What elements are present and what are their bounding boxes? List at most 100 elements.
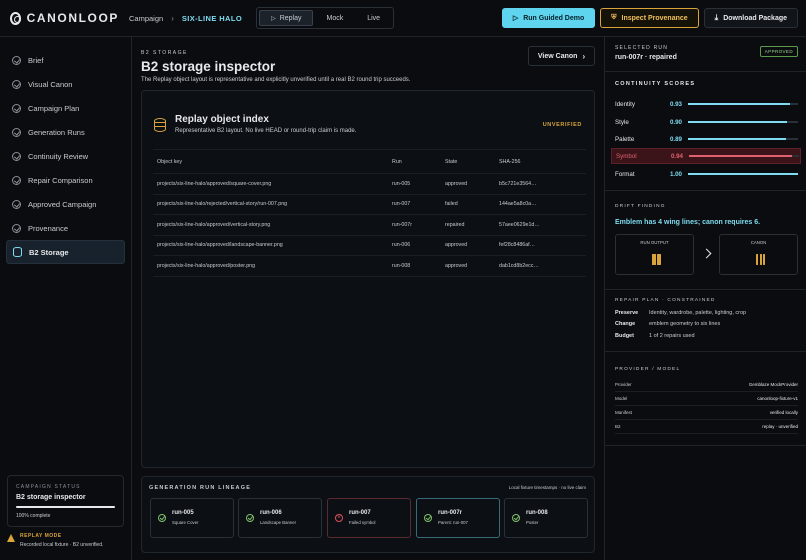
- sidebar-item-label: Approved Campaign: [28, 199, 97, 209]
- inspect-provenance-label: Inspect Provenance: [621, 14, 688, 22]
- sidebar-item-continuity-review[interactable]: Continuity Review: [6, 144, 125, 168]
- score-row-format[interactable]: Format 1.00: [611, 166, 801, 182]
- lineage-note: Local fixture timestamps · no live claim: [508, 485, 586, 490]
- page-title: B2 storage inspector: [141, 59, 276, 74]
- score-fill: [688, 173, 798, 175]
- score-row-symbol[interactable]: Symbol 0.94: [611, 148, 801, 164]
- sidebar-item-b2-storage[interactable]: B2 Storage: [6, 240, 125, 264]
- x-circle-icon: ×: [335, 514, 343, 522]
- run-id: run-005: [172, 510, 194, 516]
- score-fill: [688, 103, 791, 105]
- download-package-button[interactable]: ⤓ Download Package: [703, 8, 798, 28]
- top-bar: CANONLOOP Campaign › SIX-LINE HALO ▷ Rep…: [0, 0, 806, 37]
- run-card-run-006[interactable]: run-006 Landscape Banner: [238, 498, 322, 538]
- divider: [605, 351, 806, 352]
- status-progress-bar: [16, 506, 115, 508]
- check-circle-icon: [12, 55, 21, 65]
- view-canon-button[interactable]: View Canon ›: [528, 46, 595, 66]
- chevron-right-icon: ›: [171, 13, 174, 23]
- run-card-run-005[interactable]: run-005 Square Cover: [150, 498, 234, 538]
- status-title: B2 storage inspector: [16, 494, 86, 501]
- table-row[interactable]: projects/six-line-halo/rejected/vertical…: [153, 195, 586, 215]
- warning-icon: [7, 534, 15, 542]
- run-cell: run-007: [392, 201, 411, 208]
- brand[interactable]: CANONLOOP: [0, 11, 119, 25]
- top-actions: ▷ Run Guided Demo ⛨ Inspect Provenance ⤓…: [501, 8, 798, 28]
- state-cell: failed: [445, 201, 458, 208]
- provider-value: replay · unverified: [762, 424, 798, 429]
- sha-cell: fef28c8486af…: [499, 242, 535, 249]
- provider-value: verified locally: [769, 410, 798, 415]
- canon-thumb[interactable]: CANON: [719, 234, 798, 275]
- provider-model-title: PROVIDER / MODEL: [615, 367, 681, 372]
- page-eyebrow: B2 STORAGE: [141, 50, 188, 56]
- score-row-style[interactable]: Style 0.90: [611, 114, 801, 130]
- score-row-identity[interactable]: Identity 0.93: [611, 96, 801, 112]
- run-id: run-006: [260, 510, 282, 516]
- sidebar-item-generation-runs[interactable]: Generation Runs: [6, 120, 125, 144]
- run-card-run-007[interactable]: × run-007 Failed symbol: [327, 498, 411, 538]
- check-circle-icon: [12, 223, 21, 233]
- status-progress-fill: [16, 506, 115, 508]
- run-guided-demo-button[interactable]: ▷ Run Guided Demo: [501, 8, 596, 28]
- sidebar-item-label: Brief: [28, 55, 44, 65]
- inspect-provenance-button[interactable]: ⛨ Inspect Provenance: [600, 8, 699, 28]
- column-header-sha256[interactable]: SHA-256: [499, 159, 586, 165]
- sidebar-item-label: Campaign Plan: [28, 103, 80, 113]
- sidebar-item-repair-comparison[interactable]: Repair Comparison: [6, 168, 125, 192]
- sidebar-item-label: Continuity Review: [28, 151, 89, 161]
- main-content: B2 STORAGE B2 storage inspector The Repl…: [132, 37, 604, 560]
- mode-live[interactable]: Live: [356, 10, 391, 26]
- app-root: CANONLOOP Campaign › SIX-LINE HALO ▷ Rep…: [0, 0, 806, 560]
- chevron-right-icon: [701, 248, 712, 259]
- check-circle-icon: [246, 514, 254, 522]
- object-key-cell: projects/six-line-halo/rejected/vertical…: [157, 201, 288, 208]
- check-circle-icon: [424, 514, 432, 522]
- sidebar-item-visual-canon[interactable]: Visual Canon: [6, 72, 125, 96]
- score-value: 1.00: [669, 170, 682, 178]
- logo-icon: [10, 11, 21, 25]
- check-circle-icon: [12, 103, 21, 113]
- score-track: [688, 173, 798, 175]
- breadcrumb-campaign[interactable]: Campaign: [129, 14, 163, 23]
- run-desc: Failed symbol: [349, 520, 376, 525]
- score-value: 0.90: [669, 118, 682, 126]
- score-name: Format: [615, 170, 635, 178]
- run-card-run-008[interactable]: run-008 Poster: [504, 498, 588, 538]
- status-progress-text: 100% complete: [16, 513, 51, 519]
- score-fill: [688, 121, 787, 123]
- object-table: Object key Run State SHA-256 projects/si…: [153, 149, 586, 277]
- sidebar-item-brief[interactable]: Brief: [6, 48, 125, 72]
- replay-mode-title: REPLAY MODE: [20, 533, 62, 539]
- run-cell: run-007r: [392, 221, 413, 228]
- replay-object-index: Replay object index Representative B2 la…: [141, 90, 595, 468]
- mode-replay[interactable]: ▷ Replay: [259, 10, 314, 26]
- table-row[interactable]: projects/six-line-halo/approved/poster.p…: [153, 256, 586, 277]
- score-row-palette[interactable]: Palette 0.89: [611, 131, 801, 147]
- score-name: Identity: [615, 100, 635, 108]
- object-key-cell: projects/six-line-halo/approved/poster.p…: [157, 262, 256, 269]
- table-row[interactable]: projects/six-line-halo/approved/vertical…: [153, 215, 586, 236]
- sidebar-item-campaign-plan[interactable]: Campaign Plan: [6, 96, 125, 120]
- unverified-badge: UNVERIFIED: [542, 122, 582, 128]
- mode-mock[interactable]: Mock: [315, 10, 354, 26]
- column-header-object-key[interactable]: Object key: [153, 159, 392, 165]
- score-value: 0.93: [669, 100, 682, 108]
- column-header-run[interactable]: Run: [392, 159, 445, 165]
- repair-change: Change emblem geometry to six lines: [615, 321, 720, 327]
- sidebar-item-label: Provenance: [28, 223, 69, 233]
- sidebar-item-approved-campaign[interactable]: Approved Campaign: [6, 192, 125, 216]
- provider-row: Provider Gemblaze MockProvider: [615, 378, 798, 392]
- score-track: [688, 103, 798, 105]
- column-header-state[interactable]: State: [445, 159, 499, 165]
- emblem-icon: [652, 254, 661, 265]
- table-row[interactable]: projects/six-line-halo/approved/square-c…: [153, 174, 586, 195]
- sidebar-item-provenance[interactable]: Provenance: [6, 216, 125, 240]
- score-name: Palette: [615, 135, 635, 143]
- table-row[interactable]: projects/six-line-halo/approved/landscap…: [153, 236, 586, 256]
- score-name: Style: [615, 118, 629, 126]
- run-output-thumb[interactable]: RUN OUTPUT: [615, 234, 694, 275]
- sha-cell: 57aee0629e1d…: [499, 221, 540, 228]
- generation-run-lineage: GENERATION RUN LINEAGE Local fixture tim…: [141, 476, 595, 553]
- run-card-run-007r[interactable]: run-007r Parent: run-007: [416, 498, 500, 538]
